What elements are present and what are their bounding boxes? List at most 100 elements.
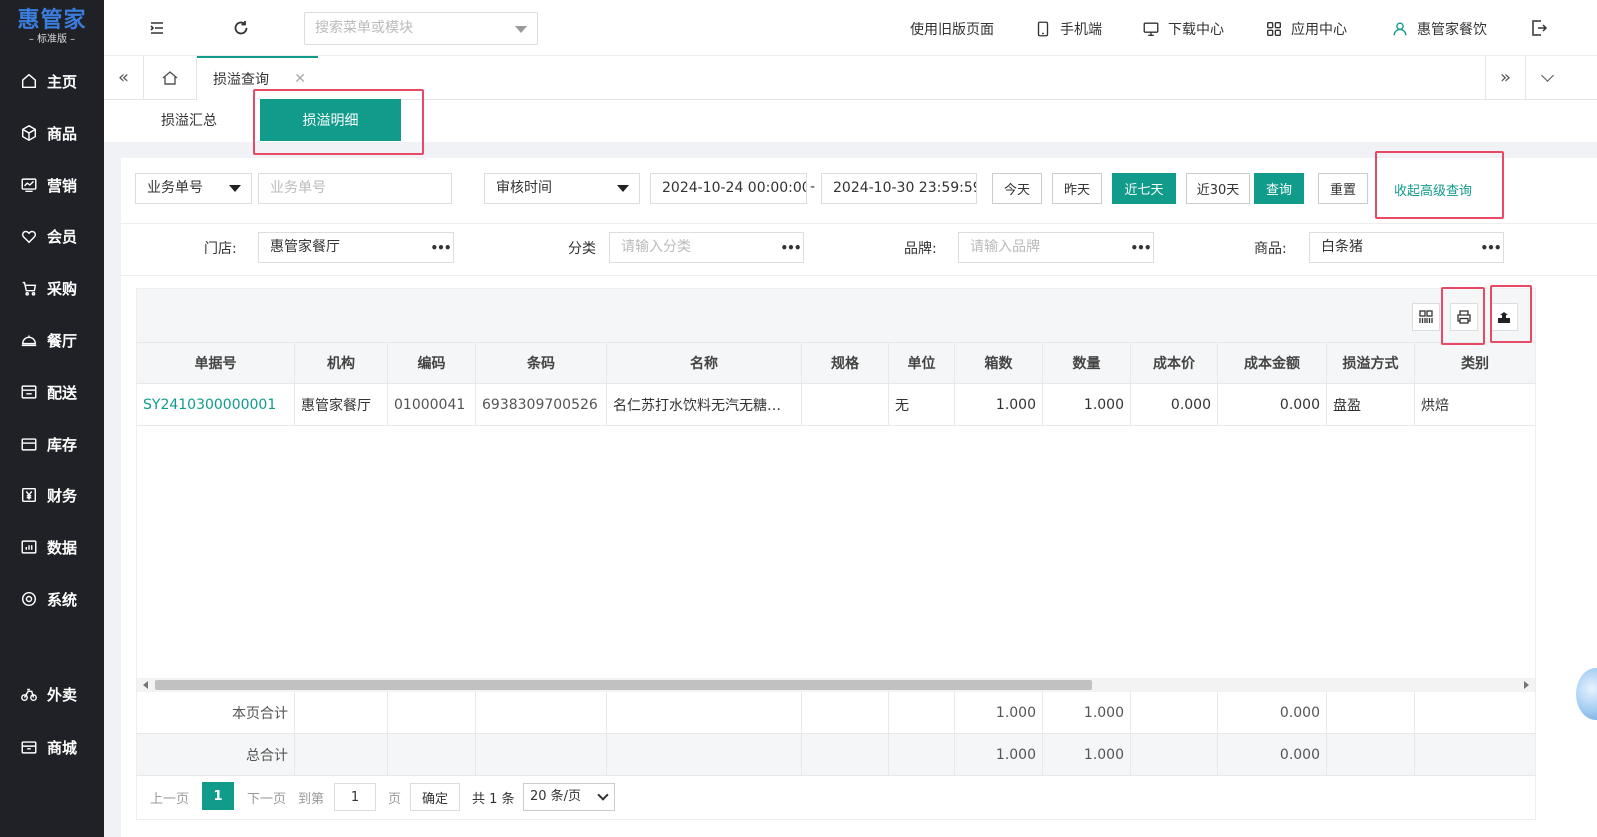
start-time-input[interactable]: 2024-10-24 00:00:00: [650, 173, 807, 204]
grand-total-boxes: 1.000: [955, 734, 1043, 775]
scrollbar-thumb[interactable]: [155, 680, 1092, 690]
column-header[interactable]: 规格: [802, 343, 889, 383]
chevron-down-icon: [515, 26, 527, 33]
old-version-label: 使用旧版页面: [910, 22, 994, 38]
store-picker-button[interactable]: •••: [428, 232, 454, 263]
print-button[interactable]: [1450, 303, 1478, 331]
menu-toggle-icon[interactable]: [147, 18, 167, 38]
download-center-link[interactable]: 下载中心: [1142, 18, 1224, 40]
logout-icon[interactable]: [1529, 18, 1549, 38]
column-header[interactable]: 机构: [295, 343, 388, 383]
tab-loss-summary[interactable]: 损溢汇总: [144, 100, 234, 140]
app-root: 惠管家 – 标准版 – 主页 商品 营销 会员 采购 餐厅 配送 库存 财务 数…: [0, 0, 1597, 837]
sidebar: 惠管家 – 标准版 – 主页 商品 营销 会员 采购 餐厅 配送 库存 财务 数…: [0, 0, 104, 837]
column-header[interactable]: 单位: [889, 343, 955, 383]
barcode-cell: 6938309700526: [476, 384, 607, 425]
column-header[interactable]: 单据号: [137, 343, 295, 383]
table-row[interactable]: SY2410300000001 惠管家餐厅 01000041 693830970…: [137, 384, 1535, 426]
column-header[interactable]: 成本金额: [1218, 343, 1327, 383]
goto-page-input[interactable]: 1: [334, 783, 376, 811]
column-header[interactable]: 类别: [1415, 343, 1535, 383]
goto-confirm-button[interactable]: 确定: [410, 783, 460, 811]
column-header[interactable]: 成本价: [1131, 343, 1218, 383]
query-button[interactable]: 查询: [1254, 173, 1304, 204]
doc-type-select[interactable]: 业务单号: [135, 173, 252, 204]
yesterday-button[interactable]: 昨天: [1052, 173, 1102, 204]
caret-down-icon: [617, 185, 629, 192]
tab-loss-detail[interactable]: 损溢明细: [260, 99, 401, 141]
brand-input[interactable]: 请输入品牌: [958, 232, 1129, 263]
column-header[interactable]: 条码: [476, 343, 607, 383]
edition-label: – 标准版 –: [28, 34, 76, 45]
sidebar-item-home[interactable]: 主页: [0, 61, 104, 101]
sidebar-item-marketing[interactable]: 营销: [0, 165, 104, 205]
column-header[interactable]: 名称: [607, 343, 802, 383]
next-page-button[interactable]: 下一页: [247, 788, 286, 807]
sidebar-item-inventory[interactable]: 库存: [0, 424, 104, 464]
sidebar-item-members[interactable]: 会员: [0, 216, 104, 256]
close-icon[interactable]: ✕: [294, 71, 306, 87]
page-total-row: 本页合计 1.000 1.000 0.000: [137, 692, 1535, 734]
prev-page-button[interactable]: 上一页: [150, 788, 189, 807]
tabs-dropdown-button[interactable]: [1525, 56, 1569, 99]
old-version-link[interactable]: 使用旧版页面: [910, 18, 994, 40]
brand-name: 惠管家: [17, 8, 87, 33]
pagination: 上一页 1 下一页 到第 1 页 确定 共 1 条 20 条/页: [137, 777, 1535, 819]
home-tab[interactable]: [144, 56, 197, 99]
cart-icon: [22, 281, 37, 296]
sidebar-item-mall[interactable]: 商城: [0, 727, 104, 767]
more-icon: •••: [430, 240, 451, 255]
column-header[interactable]: 编码: [388, 343, 476, 383]
last-7-days-button[interactable]: 近七天: [1112, 173, 1176, 204]
brand-picker-button[interactable]: •••: [1128, 232, 1154, 263]
sidebar-item-purchase[interactable]: 采购: [0, 268, 104, 308]
doc-number-link[interactable]: SY2410300000001: [137, 384, 295, 425]
sidebar-item-restaurant[interactable]: 餐厅: [0, 320, 104, 360]
column-settings-button[interactable]: [1412, 303, 1440, 331]
refresh-icon[interactable]: [231, 18, 251, 38]
logo[interactable]: 惠管家 – 标准版 –: [0, 0, 104, 56]
detail-table: 单据号 机构 编码 条码 名称 规格 单位 箱数 数量 成本价 成本金额 损溢方…: [136, 288, 1536, 820]
sidebar-item-goods[interactable]: 商品: [0, 113, 104, 153]
spec-cell: [802, 384, 889, 425]
column-header[interactable]: 箱数: [955, 343, 1043, 383]
time-type-select[interactable]: 审核时间: [484, 173, 640, 204]
mobile-link[interactable]: 手机端: [1034, 18, 1102, 40]
sidebar-item-data[interactable]: 数据: [0, 527, 104, 567]
sidebar-item-takeout[interactable]: 外卖: [0, 674, 104, 714]
loss-method-cell: 盘盈: [1327, 384, 1415, 425]
printer-icon: [1457, 310, 1471, 324]
app-center-link[interactable]: 应用中心: [1265, 18, 1347, 40]
collapse-advanced-query-link[interactable]: 收起高级查询: [1394, 180, 1472, 199]
doc-number-input[interactable]: 业务单号: [258, 173, 452, 204]
tabs-scroll-left-button[interactable]: «: [104, 56, 144, 99]
page-number-current[interactable]: 1: [202, 782, 234, 810]
box-icon: [21, 124, 37, 142]
export-button[interactable]: [1490, 303, 1518, 331]
tab-loss-query[interactable]: 损溢查询 ✕: [197, 56, 318, 100]
category-picker-button[interactable]: •••: [778, 232, 804, 263]
user-menu[interactable]: 惠管家餐饮: [1391, 18, 1487, 40]
scroll-left-icon[interactable]: [143, 681, 148, 689]
horizontal-scrollbar[interactable]: [137, 678, 1535, 692]
sidebar-item-label: 采购: [47, 279, 78, 298]
today-button[interactable]: 今天: [992, 173, 1042, 204]
tabs-scroll-right-button[interactable]: »: [1485, 56, 1525, 99]
menu-search-input[interactable]: 搜索菜单或模块: [304, 12, 538, 45]
sidebar-item-finance[interactable]: 财务: [0, 475, 104, 515]
column-header[interactable]: 损溢方式: [1327, 343, 1415, 383]
scroll-right-icon[interactable]: [1524, 681, 1529, 689]
top-header: 搜索菜单或模块 使用旧版页面 手机端 下载中心 应用中心 惠管家餐饮: [104, 0, 1597, 56]
heart-icon: [21, 230, 37, 244]
goods-picker-button[interactable]: •••: [1478, 232, 1504, 263]
column-header[interactable]: 数量: [1043, 343, 1131, 383]
category-input[interactable]: 请输入分类: [609, 232, 779, 263]
last-30-days-button[interactable]: 近30天: [1186, 173, 1250, 204]
store-input[interactable]: 惠管家餐厅: [258, 232, 429, 263]
goods-input[interactable]: 白条猪: [1309, 232, 1479, 263]
reset-button[interactable]: 重置: [1318, 173, 1368, 204]
end-time-input[interactable]: 2024-10-30 23:59:59: [821, 173, 977, 204]
page-size-select[interactable]: 20 条/页: [523, 783, 615, 811]
sidebar-item-delivery[interactable]: 配送: [0, 372, 104, 412]
sidebar-item-system[interactable]: 系统: [0, 579, 104, 619]
